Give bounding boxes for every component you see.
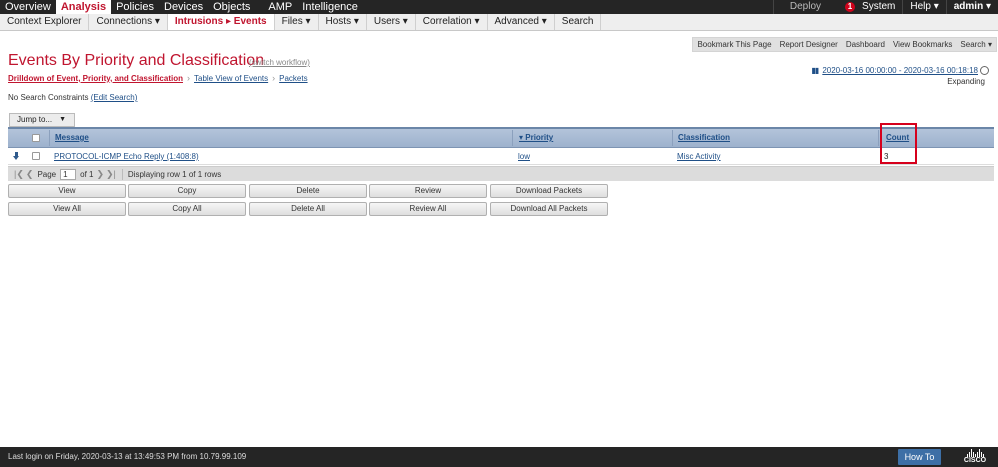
column-divider: [49, 130, 50, 146]
breadcrumb-table-view[interactable]: Table View of Events: [194, 74, 268, 83]
column-header-priority[interactable]: ▾ Priority: [519, 129, 553, 147]
cell-priority[interactable]: low: [518, 148, 530, 165]
last-login-text: Last login on Friday, 2020-03-13 at 13:4…: [8, 452, 247, 461]
pause-icon[interactable]: ▮▮: [812, 66, 820, 75]
subnav-context-explorer[interactable]: Context Explorer: [0, 14, 90, 30]
cell-classification[interactable]: Misc Activity: [677, 148, 721, 165]
subnav-advanced[interactable]: Advanced ▾: [488, 14, 555, 30]
delete-button[interactable]: Delete: [249, 184, 367, 198]
nav-amp[interactable]: AMP: [263, 0, 297, 14]
page-label: Page: [37, 169, 57, 179]
nav-analysis[interactable]: Analysis: [55, 0, 112, 14]
review-all-button[interactable]: Review All: [369, 202, 487, 216]
page-toolbar: Bookmark This Page Report Designer Dashb…: [692, 37, 997, 52]
subnav-intrusions-events[interactable]: Intrusions ▸ Events: [167, 14, 275, 30]
nav-separator: [255, 0, 263, 14]
nav-intelligence[interactable]: Intelligence: [297, 0, 363, 14]
view-all-button[interactable]: View All: [8, 202, 126, 216]
how-to-button[interactable]: How To: [898, 449, 941, 465]
bookmark-page-link[interactable]: Bookmark This Page: [693, 40, 775, 49]
nav-overview[interactable]: Overview: [0, 0, 56, 14]
clock-icon[interactable]: [980, 66, 989, 75]
column-header-message[interactable]: Message: [55, 129, 89, 147]
subnav-files[interactable]: Files ▾: [275, 14, 319, 30]
breadcrumb-drilldown[interactable]: Drilldown of Event, Priority, and Classi…: [8, 74, 183, 83]
view-bookmarks-link[interactable]: View Bookmarks: [889, 40, 956, 49]
report-designer-link[interactable]: Report Designer: [776, 40, 842, 49]
column-header-classification[interactable]: Classification: [678, 129, 730, 147]
deploy-button[interactable]: Deploy: [772, 0, 837, 14]
download-all-packets-button[interactable]: Download All Packets: [490, 202, 608, 216]
nav-objects[interactable]: Objects: [208, 0, 255, 14]
last-page-icon[interactable]: ❯|: [106, 169, 116, 180]
dashboard-link[interactable]: Dashboard: [842, 40, 889, 49]
edit-search-link[interactable]: (Edit Search): [91, 93, 138, 102]
subnav-users[interactable]: Users ▾: [367, 14, 416, 30]
dropdown-arrow-icon: ▼: [59, 116, 66, 123]
subnav-search[interactable]: Search: [555, 14, 602, 30]
time-range: ▮▮ 2020-03-16 00:00:00 - 2020-03-16 00:1…: [812, 66, 989, 75]
search-constraints: No Search Constraints (Edit Search): [8, 93, 137, 102]
top-nav: Overview Analysis Policies Devices Objec…: [0, 0, 998, 14]
next-page-icon[interactable]: ❯: [96, 169, 104, 180]
subnav-hosts[interactable]: Hosts ▾: [319, 14, 367, 30]
sub-nav: Context Explorer Connections ▾ Intrusion…: [0, 14, 998, 31]
top-nav-right: Deploy 1 System Help ▾ admin ▾: [772, 0, 998, 14]
cell-count: 3: [884, 152, 889, 161]
row-checkbox[interactable]: [32, 152, 40, 160]
nav-system[interactable]: System: [855, 0, 902, 14]
footer: Last login on Friday, 2020-03-13 at 13:4…: [0, 447, 998, 467]
pager-status: Displaying row 1 of 1 rows: [127, 169, 222, 179]
cisco-bars-icon: [960, 449, 990, 457]
table-header: Message ▾ Priority Classification Count: [8, 129, 994, 148]
table-row: PROTOCOL-ICMP Echo Reply (1:408:8) low M…: [8, 148, 994, 165]
events-table: Message ▾ Priority Classification Count …: [8, 127, 994, 165]
pager: |❮ ❮ Page 1 of 1 ❯ ❯| Displaying row 1 o…: [8, 166, 994, 181]
prev-page-icon[interactable]: ❮: [26, 169, 34, 180]
breadcrumb: Drilldown of Event, Priority, and Classi…: [8, 73, 308, 83]
breadcrumb-packets[interactable]: Packets: [279, 74, 307, 83]
switch-workflow-link[interactable]: (switch workflow): [249, 58, 310, 67]
jump-to-dropdown[interactable]: Jump to... ▼: [9, 113, 75, 127]
column-divider: [512, 130, 513, 146]
page-of-label: of 1: [80, 169, 94, 179]
subnav-connections[interactable]: Connections ▾: [89, 14, 168, 30]
first-page-icon[interactable]: |❮: [14, 169, 24, 180]
constraints-text: No Search Constraints: [8, 93, 89, 102]
cisco-logo: CISCO: [960, 449, 990, 465]
time-window-mode: Expanding: [947, 77, 985, 86]
copy-button[interactable]: Copy: [128, 184, 246, 198]
copy-all-button[interactable]: Copy All: [128, 202, 246, 216]
subnav-correlation[interactable]: Correlation ▾: [416, 14, 488, 30]
column-divider: [878, 130, 879, 146]
search-dropdown[interactable]: Search ▾: [956, 40, 996, 49]
nav-user-menu[interactable]: admin ▾: [945, 0, 998, 14]
review-button[interactable]: Review: [369, 184, 487, 198]
view-button[interactable]: View: [8, 184, 126, 198]
cell-message[interactable]: PROTOCOL-ICMP Echo Reply (1:408:8): [54, 148, 199, 165]
delete-all-button[interactable]: Delete All: [249, 202, 367, 216]
chevron-right-icon: ›: [187, 73, 190, 83]
chevron-right-icon: ›: [272, 73, 276, 83]
column-header-count[interactable]: Count: [886, 129, 909, 147]
pager-separator: [121, 168, 123, 180]
download-packets-button[interactable]: Download Packets: [490, 184, 608, 198]
alert-icon[interactable]: 1: [845, 2, 856, 12]
page-number-input[interactable]: 1: [60, 168, 77, 180]
drilldown-arrow-icon[interactable]: [13, 152, 20, 161]
nav-help[interactable]: Help ▾: [902, 0, 945, 14]
page-title: Events By Priority and Classification: [8, 52, 265, 69]
select-all-checkbox[interactable]: [32, 134, 40, 142]
nav-policies[interactable]: Policies: [111, 0, 159, 14]
column-divider: [672, 130, 673, 146]
nav-devices[interactable]: Devices: [159, 0, 208, 14]
jump-to-label: Jump to...: [17, 115, 53, 124]
cisco-wordmark: CISCO: [963, 457, 987, 464]
time-range-link[interactable]: 2020-03-16 00:00:00 - 2020-03-16 00:18:1…: [822, 66, 978, 75]
